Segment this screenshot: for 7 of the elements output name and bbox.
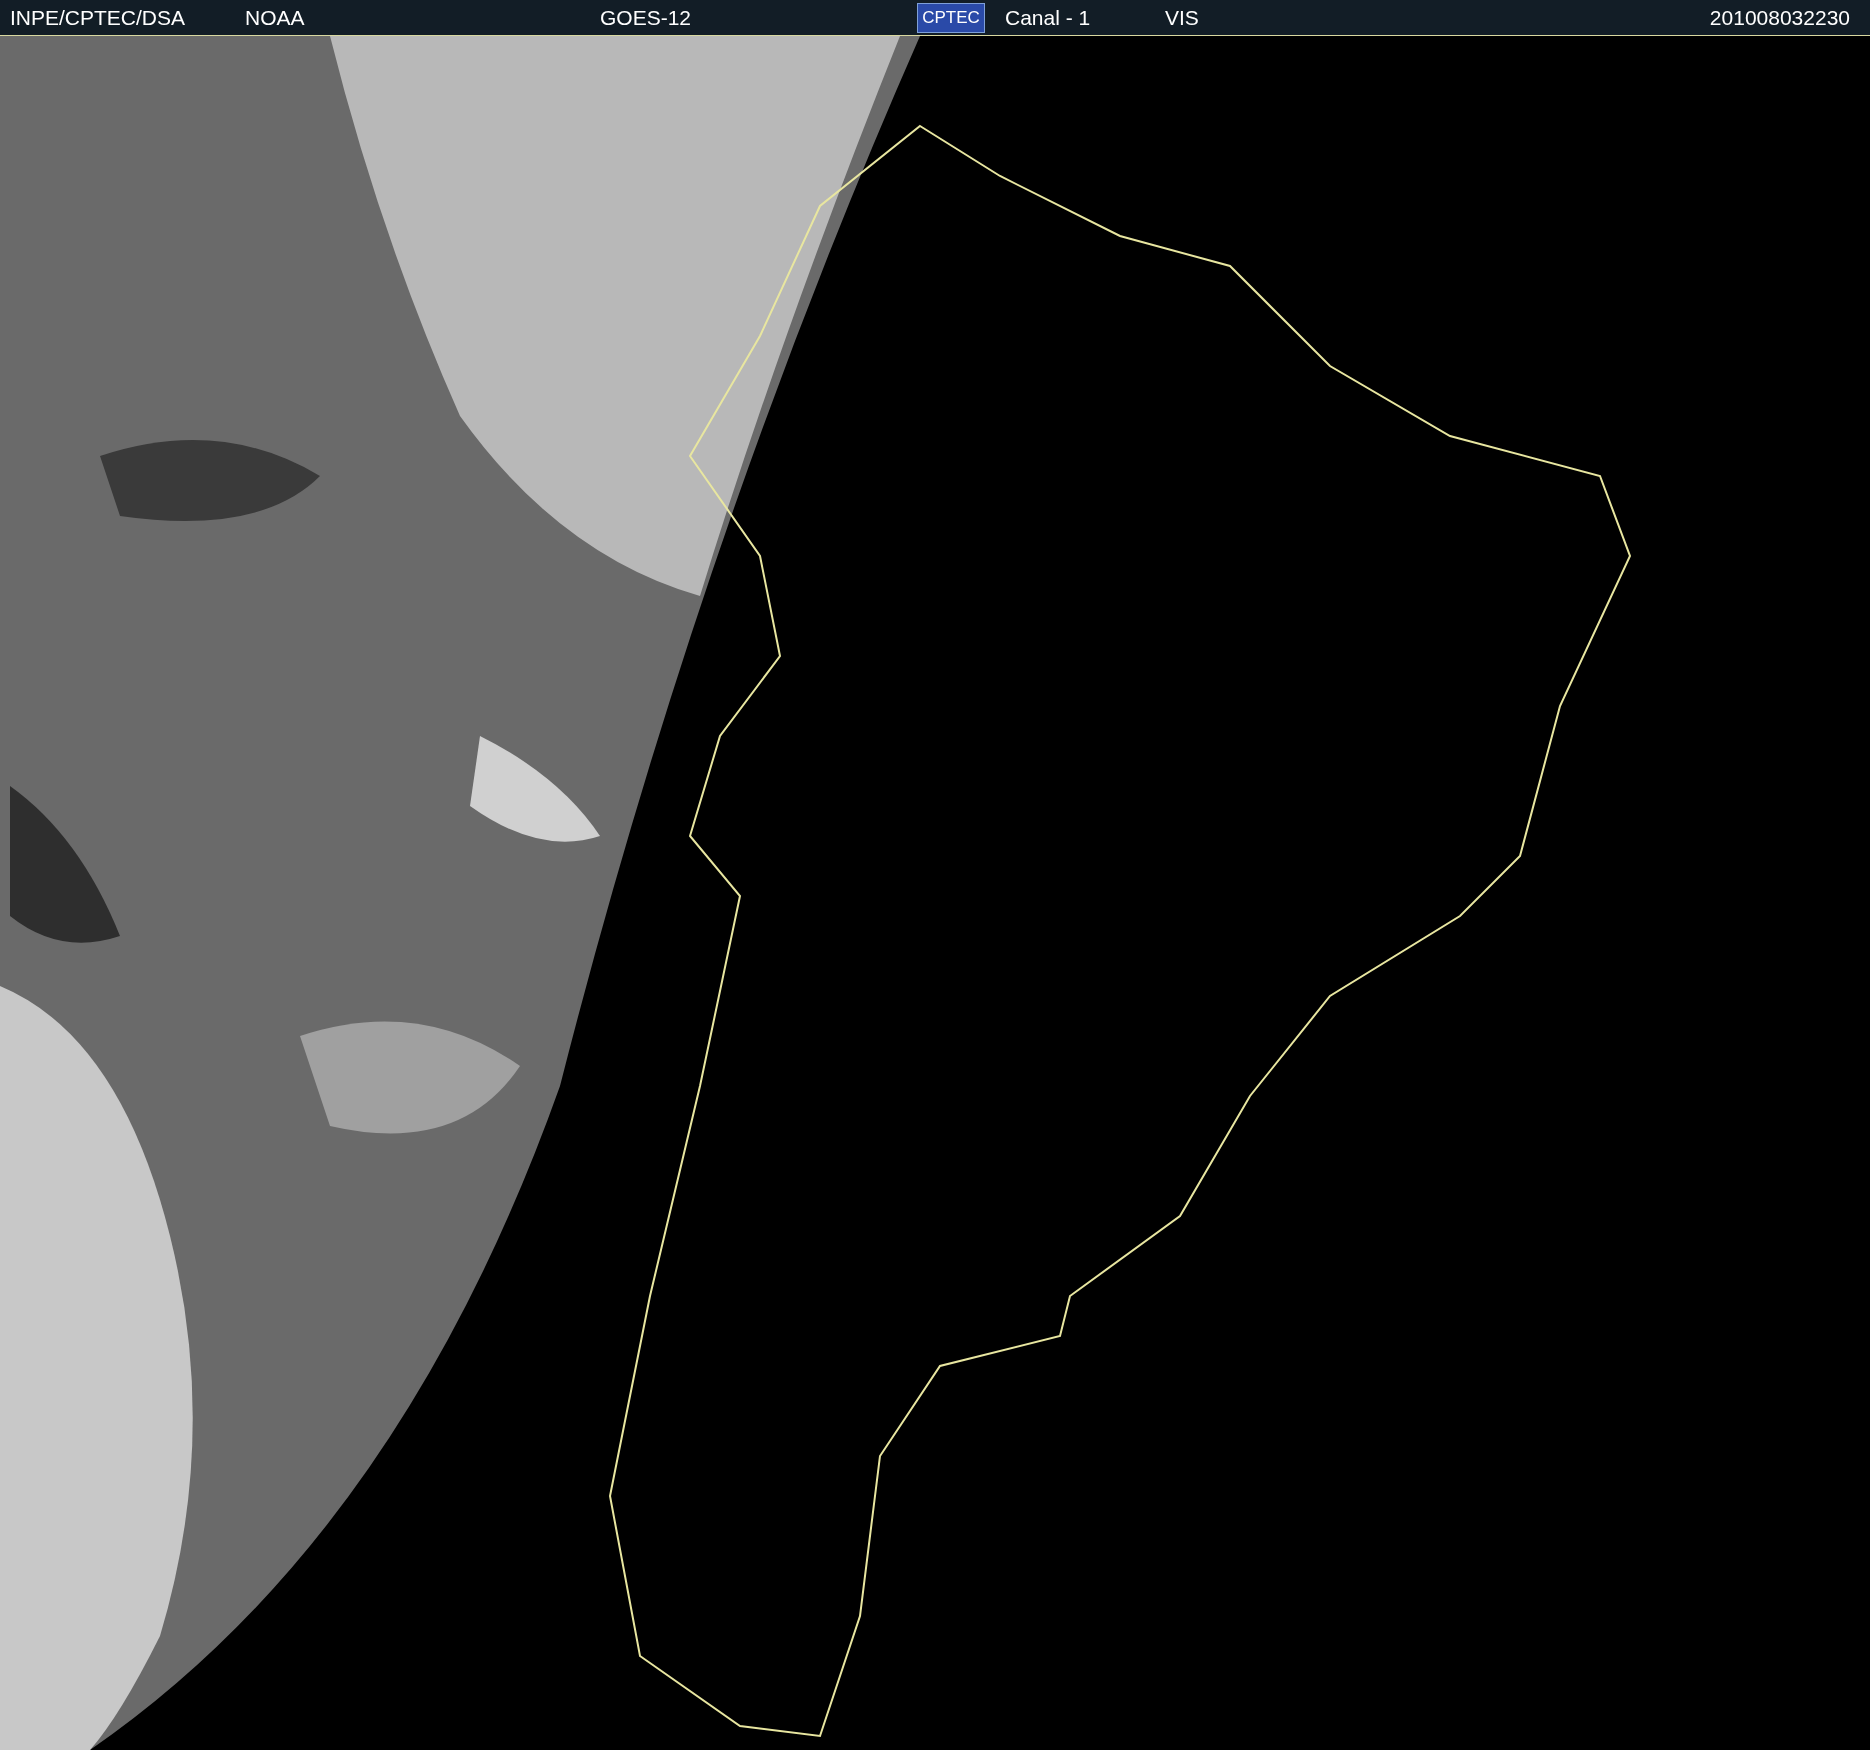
satellite-label: GOES-12	[600, 5, 693, 30]
timestamp-label: 201008032230	[1708, 5, 1850, 30]
band-label: VIS	[1164, 5, 1200, 30]
source-label: INPE/CPTEC/DSA	[10, 5, 187, 30]
logo: CPTEC	[917, 2, 985, 33]
channel-label: Canal - 1	[1004, 5, 1092, 30]
agency-label: NOAA	[245, 5, 306, 30]
